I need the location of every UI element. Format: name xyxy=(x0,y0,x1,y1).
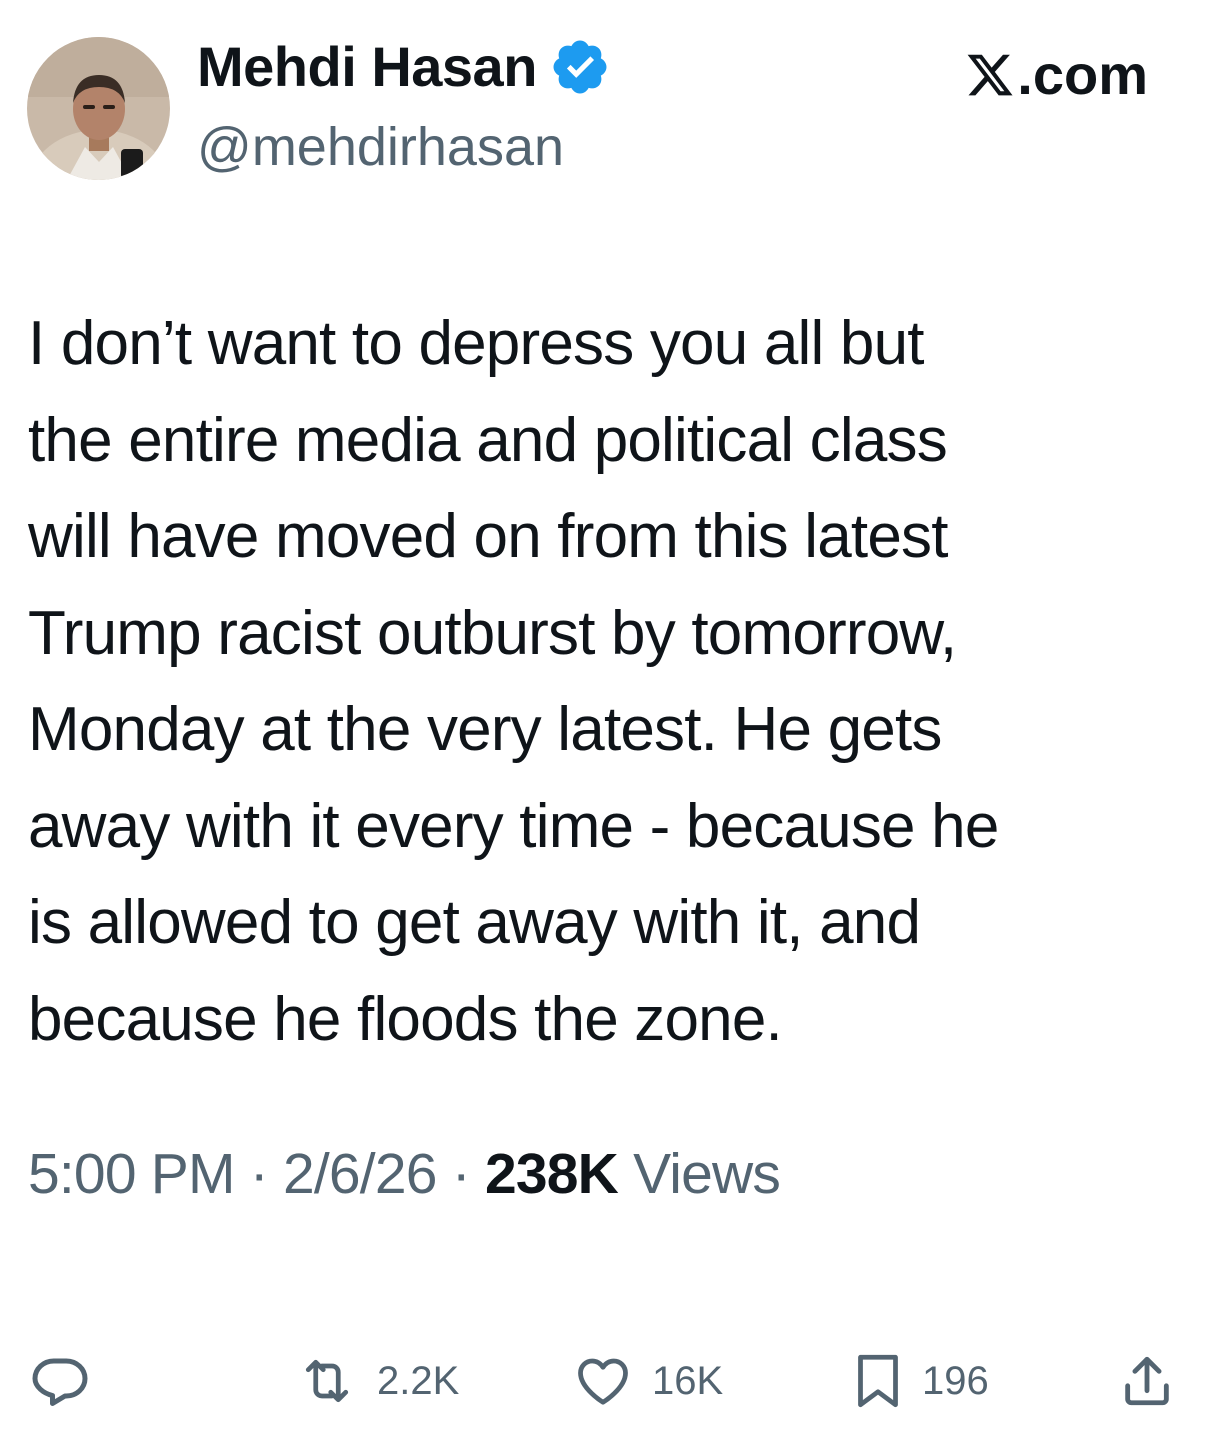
action-bar: 2.2K 16K 196 xyxy=(0,1346,1206,1416)
share-icon xyxy=(1125,1356,1169,1406)
tweet-meta: 5:00 PM · 2/6/26 · 238K Views xyxy=(28,1136,781,1212)
verified-badge-icon xyxy=(553,40,607,94)
tweet-date[interactable]: 2/6/26 xyxy=(283,1142,437,1206)
heart-icon xyxy=(578,1358,628,1405)
brand-suffix: .com xyxy=(1017,43,1148,106)
author-name-row: Mehdi Hasan xyxy=(197,32,611,102)
retweet-count: 2.2K xyxy=(377,1359,460,1403)
x-logo-icon xyxy=(967,54,1013,96)
author-display-name[interactable]: Mehdi Hasan xyxy=(197,32,537,102)
author-handle[interactable]: @mehdirhasan xyxy=(197,112,564,182)
bookmark-icon xyxy=(858,1354,898,1408)
reply-icon xyxy=(32,1358,88,1406)
bookmark-count: 196 xyxy=(922,1359,989,1403)
retweet-icon xyxy=(305,1359,349,1403)
avatar-image xyxy=(27,37,170,180)
views-count: 238K xyxy=(484,1142,619,1206)
retweet-button[interactable]: 2.2K xyxy=(295,1346,459,1416)
author-avatar[interactable] xyxy=(27,37,170,180)
meta-separator: · xyxy=(451,1142,471,1206)
tweet-time[interactable]: 5:00 PM xyxy=(28,1142,235,1206)
tweet-text: I don’t want to depress you all but the … xyxy=(28,309,999,1054)
share-button[interactable] xyxy=(1118,1346,1176,1416)
like-count: 16K xyxy=(652,1359,724,1403)
bookmark-button[interactable]: 196 xyxy=(852,1346,989,1416)
meta-separator: · xyxy=(249,1142,269,1206)
like-button[interactable]: 16K xyxy=(572,1346,723,1416)
views-label: Views xyxy=(633,1142,781,1206)
reply-button[interactable] xyxy=(30,1346,90,1416)
brand-label: .com xyxy=(965,40,1148,110)
